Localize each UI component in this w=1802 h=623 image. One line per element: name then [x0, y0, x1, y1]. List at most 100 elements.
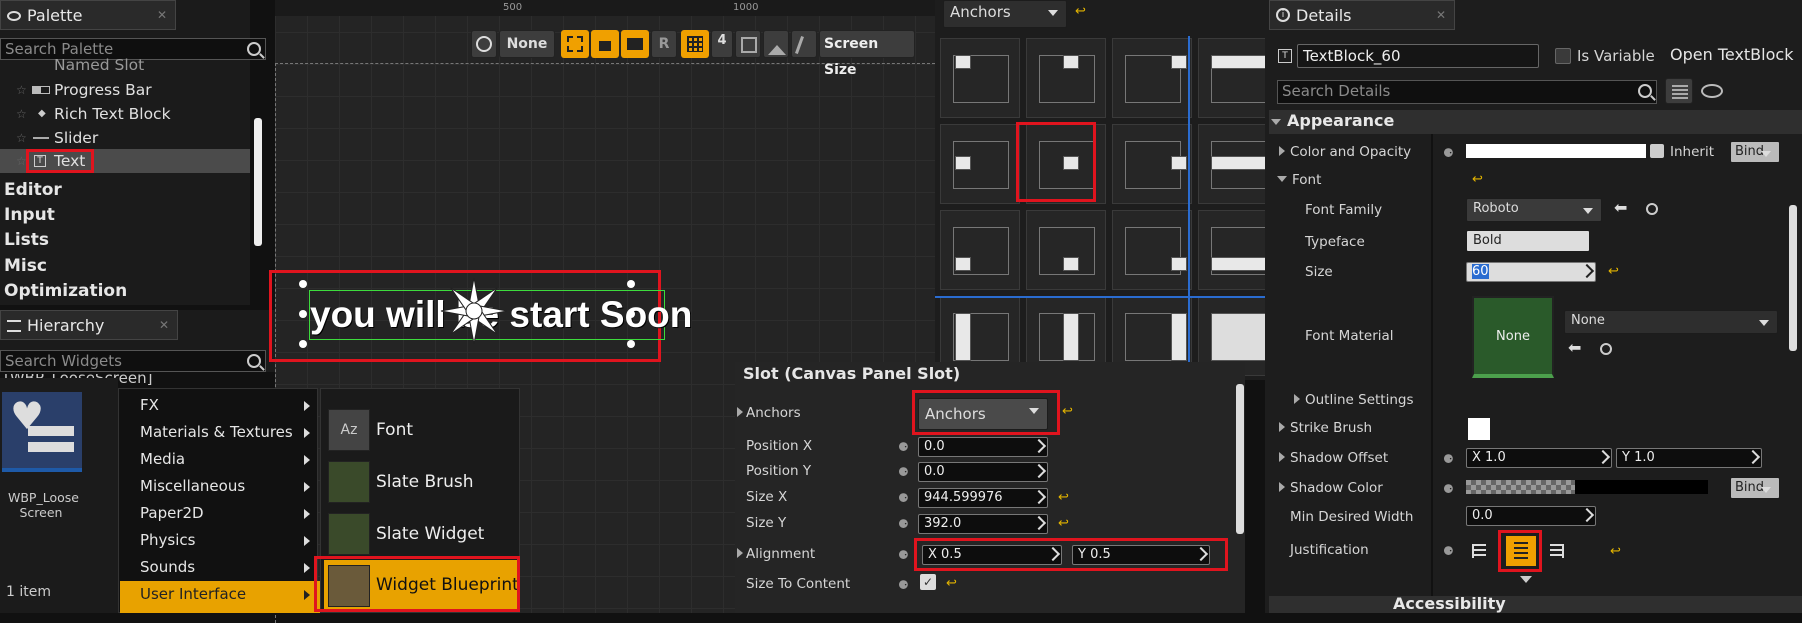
anchor-preset-cell[interactable]: [1026, 210, 1106, 290]
appearance-section-header[interactable]: Appearance: [1269, 110, 1802, 134]
grid-size-combo[interactable]: 4: [711, 30, 733, 58]
anchor-preset-cell[interactable]: [940, 124, 1020, 204]
r-toggle[interactable]: R: [651, 30, 677, 58]
expand-arrow-icon[interactable]: [1279, 422, 1285, 432]
font-material-thumbnail[interactable]: None: [1472, 296, 1554, 378]
shadow-color-swatch[interactable]: [1466, 480, 1708, 494]
palette-category-lists[interactable]: Lists: [4, 230, 49, 250]
palette-item-text[interactable]: ☆ T Text: [0, 149, 250, 173]
reset-arrow-icon[interactable]: ↩: [1058, 516, 1069, 531]
grid-snap-toggle[interactable]: [681, 30, 709, 58]
back-arrow-icon[interactable]: ⬅: [1614, 198, 1627, 217]
font-material-combo[interactable]: None: [1564, 310, 1778, 334]
outline-toggle[interactable]: [561, 30, 589, 58]
star-icon[interactable]: ☆: [16, 126, 27, 150]
size-to-content-checkbox[interactable]: ✓: [920, 574, 936, 590]
binding-icon[interactable]: ⚈: [898, 517, 910, 531]
open-textblock-link[interactable]: Open TextBlock: [1670, 45, 1793, 64]
palette-scrollbar[interactable]: [254, 118, 262, 246]
palette-item-named-slot[interactable]: Named Slot: [0, 58, 250, 72]
accessibility-section-header[interactable]: Accessibility: [1269, 596, 1802, 613]
menu-item-paper2d[interactable]: Paper2D: [120, 500, 320, 527]
property-matrix-button[interactable]: [1665, 78, 1693, 104]
menu-item-sounds[interactable]: Sounds: [120, 554, 320, 581]
anchor-preset-cell[interactable]: [1026, 38, 1106, 118]
binding-icon[interactable]: ⚈: [898, 440, 910, 454]
menu-item-miscellaneous[interactable]: Miscellaneous: [120, 473, 320, 500]
close-tab-icon[interactable]: ✕: [157, 8, 167, 22]
expand-arrow-icon[interactable]: [737, 548, 743, 558]
shadow-offset-y-field[interactable]: Y 1.0: [1616, 448, 1762, 468]
close-tab-icon[interactable]: ✕: [159, 318, 169, 332]
palette-tab[interactable]: Palette ✕: [0, 0, 176, 30]
palette-category-editor[interactable]: Editor: [4, 180, 62, 200]
custom-size-button[interactable]: [763, 30, 789, 58]
resize-handle[interactable]: [299, 340, 307, 348]
menu-item-physics[interactable]: Physics: [120, 527, 320, 554]
browse-search-icon[interactable]: [1600, 343, 1612, 355]
lock-toggle[interactable]: [591, 30, 619, 58]
shadow-offset-x-field[interactable]: X 1.0: [1466, 448, 1612, 468]
binding-icon[interactable]: ⚈: [898, 548, 910, 562]
expand-arrow-icon[interactable]: [1279, 482, 1285, 492]
anchor-preset-cell[interactable]: [1112, 124, 1192, 204]
anchor-preset-cell[interactable]: [1112, 210, 1192, 290]
reset-arrow-icon[interactable]: ↩: [1608, 264, 1619, 279]
menu-item-user-interface[interactable]: User Interface: [120, 581, 320, 613]
font-family-combo[interactable]: Roboto: [1466, 198, 1602, 222]
justify-left-button[interactable]: [1470, 538, 1490, 564]
menu-item-materials[interactable]: Materials & Textures: [120, 419, 320, 446]
palette-item-rich-text-block[interactable]: ☆ ◆ Rich Text Block: [0, 102, 250, 126]
color-bind-button[interactable]: Bind: [1730, 141, 1780, 163]
slot-scrollbar[interactable]: [1236, 384, 1244, 534]
position-x-field[interactable]: 0.0: [918, 437, 1048, 457]
chevron-down-icon[interactable]: [1520, 576, 1532, 583]
close-tab-icon[interactable]: ✕: [1436, 8, 1446, 22]
resize-handle[interactable]: [299, 310, 307, 318]
submenu-item-slate-brush[interactable]: Slate Brush: [324, 456, 520, 508]
anchor-preset-cell[interactable]: [940, 210, 1020, 290]
reset-arrow-icon[interactable]: ↩: [1062, 404, 1073, 419]
respect-locks-toggle[interactable]: [621, 30, 649, 58]
resize-handle[interactable]: [627, 280, 635, 288]
resize-handle[interactable]: [627, 310, 635, 318]
localization-combo[interactable]: None: [499, 30, 555, 58]
screen-size-combo[interactable]: Screen Size: [819, 30, 915, 78]
localization-button[interactable]: [471, 30, 497, 58]
menu-item-fx[interactable]: FX: [120, 392, 320, 419]
binding-icon[interactable]: ⚈: [898, 465, 910, 479]
binding-icon[interactable]: ⚈: [1443, 482, 1455, 496]
justify-right-button[interactable]: [1548, 538, 1568, 564]
reset-arrow-icon[interactable]: ↩: [1472, 172, 1483, 187]
binding-icon[interactable]: ⚈: [898, 491, 910, 505]
submenu-item-font[interactable]: Az Font: [324, 404, 520, 456]
browse-search-icon[interactable]: [1646, 203, 1658, 215]
anchor-preset-cell[interactable]: [1112, 38, 1192, 118]
widget-name-field[interactable]: TextBlock_60: [1297, 44, 1539, 68]
font-size-field[interactable]: 60: [1466, 262, 1596, 282]
palette-category-misc[interactable]: Misc: [4, 256, 47, 276]
color-swatch-white[interactable]: [1466, 144, 1646, 158]
collapse-arrow-icon[interactable]: [1277, 176, 1287, 182]
binding-icon[interactable]: ⚈: [1443, 452, 1455, 466]
expand-arrow-icon[interactable]: [1294, 394, 1300, 404]
desired-size-button[interactable]: [791, 30, 817, 58]
binding-icon[interactable]: ⚈: [898, 578, 910, 592]
hierarchy-tab[interactable]: Hierarchy ✕: [0, 310, 178, 340]
anchor-flower-icon[interactable]: [439, 276, 509, 346]
star-icon[interactable]: ☆: [16, 102, 27, 126]
size-y-field[interactable]: 392.0: [918, 514, 1048, 534]
palette-category-optimization[interactable]: Optimization: [4, 281, 127, 301]
details-search-input[interactable]: Search Details: [1277, 80, 1657, 104]
expand-arrow-icon[interactable]: [1279, 146, 1285, 156]
resize-handle[interactable]: [627, 340, 635, 348]
details-tab[interactable]: i Details ✕: [1269, 0, 1455, 30]
binding-icon[interactable]: ⚈: [1443, 146, 1455, 160]
strike-brush-swatch[interactable]: [1468, 418, 1490, 440]
anchor-preset-cell[interactable]: [940, 38, 1020, 118]
palette-item-slider[interactable]: ☆ Slider: [0, 126, 250, 150]
fill-screen-button[interactable]: [735, 30, 761, 58]
palette-search-input[interactable]: Search Palette: [0, 38, 266, 60]
typeface-combo[interactable]: Bold: [1466, 230, 1590, 252]
details-scrollbar[interactable]: [1789, 205, 1797, 351]
